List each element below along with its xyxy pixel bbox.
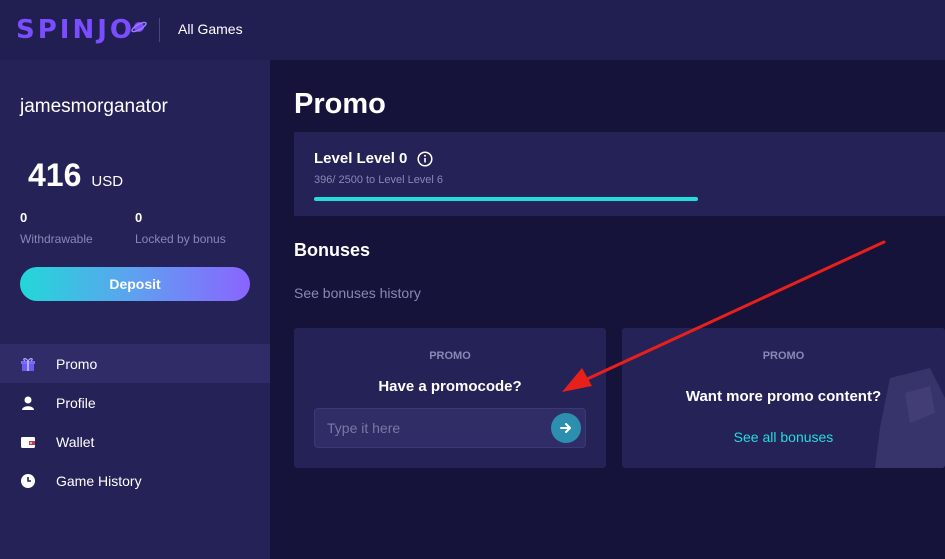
logo-text: SPINJO <box>16 15 135 45</box>
sidebar-item-wallet[interactable]: Wallet <box>0 422 270 461</box>
sidebar-menu: Promo Profile Wallet Game History <box>0 344 270 500</box>
sidebar-item-label: Profile <box>56 394 96 411</box>
withdrawable-value: 0 <box>20 210 28 225</box>
locked-stat: 0 Locked by bonus <box>135 210 226 246</box>
level-title-row: Level Level 0 <box>314 150 433 167</box>
level-title: Level Level 0 <box>314 150 408 167</box>
level-progress-fill <box>314 197 698 201</box>
locked-value: 0 <box>135 210 143 225</box>
spinjo-logo[interactable]: SPINJO <box>16 10 147 50</box>
sidebar-item-label: Promo <box>56 355 98 372</box>
promocode-submit-button[interactable] <box>551 413 581 443</box>
level-progress-bar <box>314 197 914 201</box>
promo-content-title: Want more promo content? <box>685 388 882 405</box>
withdrawable-label: Withdrawable <box>20 232 93 246</box>
locked-label: Locked by bonus <box>135 232 226 246</box>
page-title: Promo <box>294 88 386 120</box>
arrow-right-icon <box>560 423 571 433</box>
planet-icon <box>131 21 147 33</box>
balance-amount: 416 <box>28 157 82 193</box>
card-eyebrow: PROMO <box>762 350 805 362</box>
gift-icon <box>20 356 36 372</box>
balance: 416 USD <box>28 157 123 194</box>
see-all-bonuses-link[interactable]: See all bonuses <box>622 429 945 445</box>
header-divider <box>159 18 160 42</box>
balance-currency: USD <box>91 173 124 190</box>
promocode-field <box>314 408 586 448</box>
bonuses-heading: Bonuses <box>294 240 371 260</box>
level-progress-text: 396/ 2500 to Level Level 6 <box>314 174 444 186</box>
sidebar: jamesmorganator 416 USD 0 Withdrawable 0… <box>0 60 270 559</box>
wallet-icon <box>20 434 36 450</box>
sidebar-item-profile[interactable]: Profile <box>0 383 270 422</box>
deposit-button[interactable]: Deposit <box>20 267 250 301</box>
card-eyebrow: PROMO <box>429 350 471 362</box>
clock-icon <box>20 473 36 489</box>
bonuses-history-link[interactable]: See bonuses history <box>294 285 421 301</box>
top-header: SPINJO All Games <box>0 0 945 60</box>
user-icon <box>20 395 36 411</box>
nav-all-games[interactable]: All Games <box>178 21 243 37</box>
decorative-graphic <box>850 368 945 468</box>
sidebar-item-label: Game History <box>56 472 142 489</box>
promo-content-card: PROMO Want more promo content? See all b… <box>622 328 945 468</box>
info-icon[interactable] <box>417 150 433 167</box>
username: jamesmorganator <box>20 96 168 117</box>
promocode-title: Have a promocode? <box>378 378 522 395</box>
sidebar-item-game-history[interactable]: Game History <box>0 461 270 500</box>
level-card: Level Level 0 396/ 2500 to Level Level 6 <box>294 132 945 216</box>
sidebar-item-promo[interactable]: Promo <box>0 344 270 383</box>
sidebar-item-label: Wallet <box>56 433 95 450</box>
withdrawable-stat: 0 Withdrawable <box>20 210 93 246</box>
promocode-input[interactable] <box>315 409 545 447</box>
promocode-card: PROMO Have a promocode? <box>294 328 606 468</box>
